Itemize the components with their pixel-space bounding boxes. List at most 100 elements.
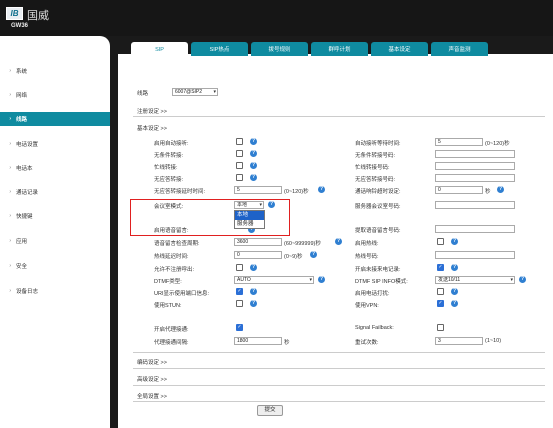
use-vpn-label: 使用VPN:: [355, 303, 379, 309]
uri-port-checkbox[interactable]: ✓: [236, 288, 243, 295]
hotline-number-input[interactable]: [435, 251, 515, 259]
help-icon[interactable]: ?: [451, 264, 458, 271]
register-settings-toggle[interactable]: 注册设定 >>: [137, 107, 167, 115]
chevron-right-icon: ›: [9, 68, 11, 74]
sidebar-item-device-log[interactable]: › 设备日志: [0, 284, 110, 298]
sidebar: › 系统 › 网络 › 线路 › 电话设置 › 电话本 › 通话记录 › 快捷键 › 应用 › 安…: [0, 36, 110, 428]
help-icon[interactable]: ?: [318, 276, 325, 283]
noanswer-forward-label: 无应答转接:: [154, 177, 184, 183]
use-stun-checkbox[interactable]: [236, 300, 243, 307]
use-vpn-checkbox[interactable]: ✓: [437, 300, 444, 307]
sidebar-item-label: 应用: [16, 239, 28, 245]
help-icon[interactable]: ?: [250, 300, 257, 307]
dtmf-sip-info-label: DTMF SIP INFO模式:: [355, 279, 408, 285]
busy-forward-checkbox[interactable]: [236, 162, 243, 169]
hotline-delay-label: 热线延迟时间:: [154, 254, 189, 260]
help-icon[interactable]: ?: [451, 300, 458, 307]
sidebar-item-line[interactable]: › 线路: [0, 112, 110, 126]
voicemail-number-input[interactable]: [435, 225, 515, 233]
help-icon[interactable]: ?: [497, 186, 504, 193]
tab-sound-monitor[interactable]: 声音监测: [431, 42, 488, 56]
retry-count-input[interactable]: 3: [435, 337, 483, 345]
tab-group-call[interactable]: 群呼计划: [311, 42, 368, 56]
unconditional-forward-number-input[interactable]: [435, 150, 515, 158]
help-icon[interactable]: ?: [519, 276, 526, 283]
sidebar-item-label: 线路: [16, 117, 28, 123]
dtmf-sip-info-select[interactable]: 发送10/11: [435, 276, 515, 284]
hotline-delay-input[interactable]: 0: [234, 251, 282, 259]
tab-sip[interactable]: SIP: [131, 42, 188, 57]
ring-timeout-input[interactable]: 0: [435, 186, 483, 194]
noanswer-forward-time-label: 无应答转接延时时间:: [154, 189, 206, 195]
tab-basic-settings[interactable]: 基本设定: [371, 42, 428, 56]
help-icon[interactable]: ?: [250, 162, 257, 169]
tab-dial-rule[interactable]: 拨号规则: [251, 42, 308, 56]
voicemail-interval-unit: (60~999999)秒: [284, 241, 321, 247]
auto-answer-label: 启用自动接听:: [154, 141, 189, 147]
server-conference-number-label: 服务器会议室号码:: [355, 204, 401, 210]
chevron-right-icon: ›: [9, 141, 11, 147]
use-stun-label: 使用STUN:: [154, 303, 182, 309]
help-icon[interactable]: ?: [250, 264, 257, 271]
tab-sip-hotspot[interactable]: SIP热点: [191, 42, 248, 56]
signal-failback-checkbox[interactable]: [437, 324, 444, 331]
missed-call-log-checkbox[interactable]: ✓: [437, 264, 444, 271]
unconditional-forward-number-label: 无条件转接号码:: [355, 153, 396, 159]
sidebar-item-label: 系统: [16, 69, 28, 75]
allow-unregistered-checkbox[interactable]: [236, 264, 243, 271]
chevron-right-icon: ›: [9, 116, 11, 122]
auto-answer-checkbox[interactable]: [236, 138, 243, 145]
help-icon[interactable]: ?: [250, 150, 257, 157]
submit-button[interactable]: 提交: [257, 405, 283, 416]
retry-count-unit: (1~10): [485, 338, 502, 344]
help-icon[interactable]: ?: [250, 138, 257, 145]
sidebar-item-system[interactable]: › 系统: [0, 64, 110, 78]
chevron-right-icon: ›: [9, 189, 11, 195]
dtmf-type-select[interactable]: AUTO: [234, 276, 314, 284]
hotline-number-label: 热线号码:: [355, 254, 379, 260]
help-icon[interactable]: ?: [451, 238, 458, 245]
busy-forward-number-label: 忙线转接号码:: [355, 165, 390, 171]
sidebar-item-label: 电话设置: [16, 142, 39, 148]
sidebar-item-apps[interactable]: › 应用: [0, 234, 110, 248]
logo-text: IB: [10, 9, 19, 18]
sidebar-item-security[interactable]: › 安全: [0, 259, 110, 273]
help-icon[interactable]: ?: [335, 238, 342, 245]
enable-proxy-checkbox[interactable]: ✓: [236, 324, 243, 331]
help-icon[interactable]: ?: [318, 186, 325, 193]
busy-forward-label: 忙线转接:: [154, 165, 178, 171]
brand-name: 国威: [27, 9, 49, 22]
proxy-interval-label: 代理接通间隔:: [154, 340, 189, 346]
signal-failback-label: Signal Failback:: [355, 325, 394, 331]
global-settings-toggle[interactable]: 全局设置 >>: [137, 392, 167, 400]
auto-answer-wait-input[interactable]: 5: [435, 138, 483, 146]
sidebar-item-phone-settings[interactable]: › 电话设置: [0, 137, 110, 151]
noanswer-forward-time-unit: (0~120)秒: [284, 189, 309, 195]
chevron-right-icon: ›: [9, 238, 11, 244]
unconditional-forward-checkbox[interactable]: [236, 150, 243, 157]
sidebar-item-shortcut[interactable]: › 快捷键: [0, 209, 110, 223]
call-disturb-checkbox[interactable]: [437, 288, 444, 295]
sidebar-item-label: 网络: [16, 93, 28, 99]
line-select[interactable]: 6007@SIP2: [172, 88, 218, 96]
server-conference-number-input[interactable]: [435, 201, 515, 209]
basic-settings-toggle[interactable]: 基本设定 >>: [137, 124, 167, 132]
sidebar-item-network[interactable]: › 网络: [0, 88, 110, 102]
noanswer-forward-number-input[interactable]: [435, 174, 515, 182]
enable-hotline-label: 启用热线:: [355, 241, 379, 247]
busy-forward-number-input[interactable]: [435, 162, 515, 170]
help-icon[interactable]: ?: [250, 174, 257, 181]
noanswer-forward-time-input[interactable]: 5: [234, 186, 282, 194]
help-icon[interactable]: ?: [310, 251, 317, 258]
sidebar-item-call-log[interactable]: › 通话记录: [0, 185, 110, 199]
codec-settings-toggle[interactable]: 编码设定 >>: [137, 358, 167, 366]
help-icon[interactable]: ?: [250, 288, 257, 295]
chevron-right-icon: ›: [9, 263, 11, 269]
help-icon[interactable]: ?: [451, 288, 458, 295]
enable-hotline-checkbox[interactable]: [437, 238, 444, 245]
sidebar-item-phonebook[interactable]: › 电话本: [0, 161, 110, 175]
voicemail-interval-input[interactable]: 3600: [234, 238, 282, 246]
advanced-settings-toggle[interactable]: 高级设定 >>: [137, 375, 167, 383]
noanswer-forward-checkbox[interactable]: [236, 174, 243, 181]
proxy-interval-input[interactable]: 1800: [234, 337, 282, 345]
